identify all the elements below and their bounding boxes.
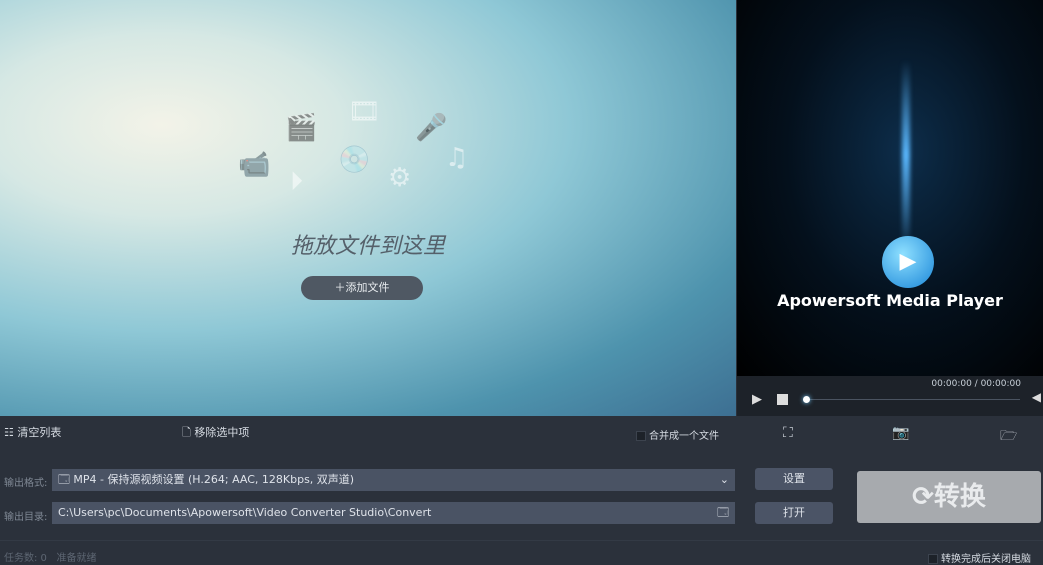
player-logo-icon: ▶ [882,236,934,288]
open-button[interactable]: 打开 [755,502,833,524]
format-select[interactable]: 🗔 MP4 - 保持源视频设置 (H.264; AAC, 128Kbps, 双声… [52,469,735,491]
add-file-button[interactable]: ＋添加文件 [301,276,423,300]
clapper-icon: 🎬 [285,113,318,143]
drop-area[interactable]: 🎬 🎞 🎤 📹 ⏵ 💿 ⚙ ♫ 拖放文件到这里 ＋添加文件 [0,0,736,416]
seek-bar[interactable] [805,399,1020,400]
format-value: MP4 - 保持源视频设置 (H.264; AAC, 128Kbps, 双声道) [73,473,355,486]
clear-list-button[interactable]: ☷ 清空列表 [4,424,61,440]
play-icon[interactable]: ▶ [752,392,762,407]
format-label: 输出格式: [4,478,48,489]
clear-list-icon: ☷ [4,426,18,439]
plus-icon: ＋ [334,281,346,294]
directory-label: 输出目录: [4,512,48,523]
task-count: 任务数: 0 [4,553,47,564]
camera-icon: 📹 [238,150,271,180]
seek-handle[interactable] [803,396,810,403]
merge-checkbox[interactable]: 合并成一个文件 [636,427,719,442]
format-icon: 🗔 [58,473,74,486]
media-icons-decoration: 🎬 🎞 🎤 📹 ⏵ 💿 ⚙ ♫ [230,95,510,225]
divider [0,540,1043,541]
player-title: Apowersoft Media Player [777,291,1003,310]
refresh-icon: ⟳ [912,482,934,512]
clear-list-label: 清空列表 [17,426,62,439]
reel-icon: ⚙ [388,163,412,193]
status-text: 准备就绪 [56,553,97,564]
directory-input[interactable]: C:\Users\pc\Documents\Apowersoft\Video C… [52,502,735,524]
film-icon: 🎞 [348,97,382,127]
music-icon: ♫ [445,143,469,173]
merge-label: 合并成一个文件 [649,431,719,442]
time-display: 00:00:00 / 00:00:00 [931,379,1021,389]
directory-value: C:\Users\pc\Documents\Apowersoft\Video C… [58,506,432,519]
video-preview: ▶ Apowersoft Media Player [737,0,1043,376]
checkbox-box[interactable] [636,431,646,441]
disc-icon: 💿 [338,145,371,175]
remove-file-icon: 🗋 [182,426,195,439]
remove-selected-label: 移除选中项 [194,426,250,439]
open-folder-icon[interactable]: 🗁 [1000,425,1017,449]
browse-folder-icon[interactable]: 🗔 [717,502,729,524]
light-beam [902,60,910,250]
chevron-down-icon: ⌄ [719,473,729,486]
fullscreen-icon[interactable]: ⛶ [783,425,793,441]
volume-icon[interactable]: ◀ [1032,390,1041,404]
remove-selected-button[interactable]: 🗋 移除选中项 [182,424,249,443]
shutdown-label: 转换完成后关闭电脑 [941,554,1031,565]
settings-button[interactable]: 设置 [755,468,833,490]
convert-button[interactable]: ⟳转换 [857,471,1041,523]
stop-icon[interactable] [777,394,788,405]
add-file-label: 添加文件 [345,281,390,294]
microphone-icon: 🎤 [415,113,448,143]
play-circle-icon: ⏵ [290,167,304,197]
player-controls: 00:00:00 / 00:00:00 ▶ ◀ [737,376,1043,416]
snapshot-camera-icon[interactable]: 📷 [892,425,909,441]
convert-label: 转换 [933,482,986,512]
status-bar: 任务数: 0 准备就绪 [4,549,96,564]
drop-title: 拖放文件到这里 [290,234,445,259]
